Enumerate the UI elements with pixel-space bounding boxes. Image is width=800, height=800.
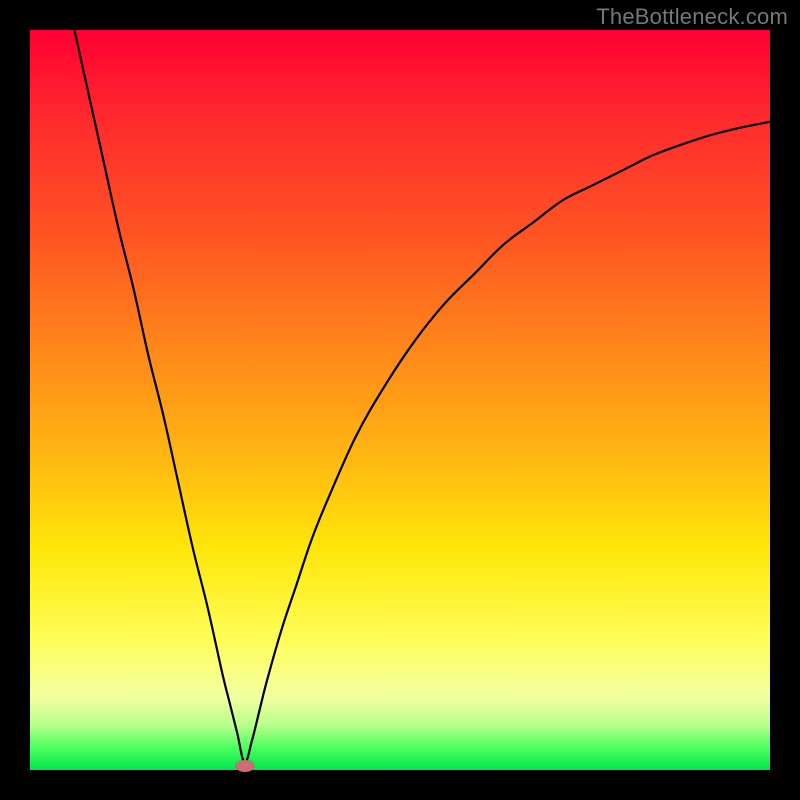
bottleneck-curve	[30, 30, 770, 770]
chart-frame: TheBottleneck.com	[0, 0, 800, 800]
optimal-point-marker	[235, 760, 254, 772]
plot-area	[30, 30, 770, 770]
curve-path	[74, 30, 770, 763]
watermark-text: TheBottleneck.com	[596, 4, 788, 30]
